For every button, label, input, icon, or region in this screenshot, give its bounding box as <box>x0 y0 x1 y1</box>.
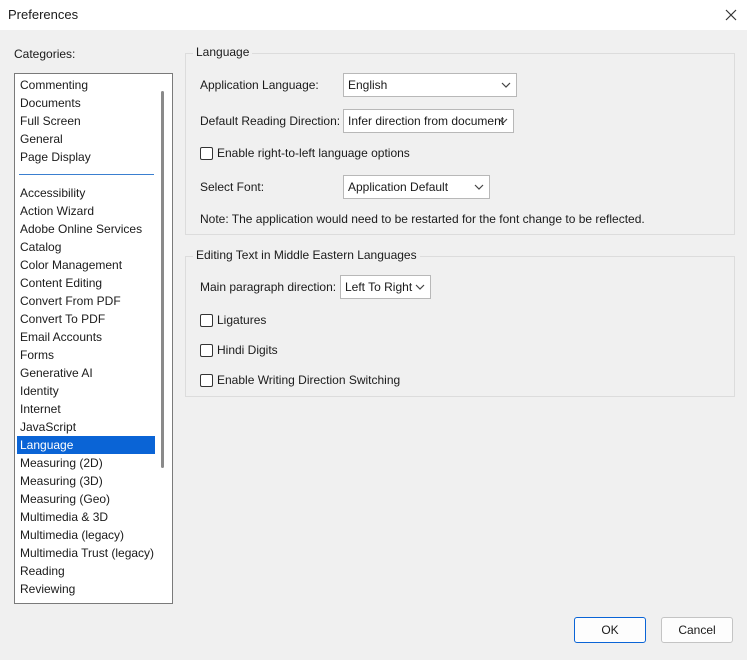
window-title: Preferences <box>8 7 79 22</box>
hindi-digits-checkbox-label: Hindi Digits <box>217 343 278 357</box>
select-font-label: Select Font: <box>200 180 265 194</box>
category-item-catalog[interactable]: Catalog <box>17 238 155 256</box>
category-item-multimedia-legacy[interactable]: Multimedia (legacy) <box>17 526 155 544</box>
category-item-measuring-3d[interactable]: Measuring (3D) <box>17 472 155 490</box>
ligatures-checkbox-label: Ligatures <box>217 313 267 327</box>
category-item-action-wizard[interactable]: Action Wizard <box>17 202 155 220</box>
writing-direction-checkbox-label: Enable Writing Direction Switching <box>217 373 401 387</box>
reading-direction-label: Default Reading Direction: <box>200 114 341 128</box>
category-item-content-editing[interactable]: Content Editing <box>17 274 155 292</box>
category-item-commenting[interactable]: Commenting <box>17 76 155 94</box>
middle-eastern-group-title: Editing Text in Middle Eastern Languages <box>193 248 420 262</box>
select-font-value: Application Default <box>348 180 449 194</box>
category-item-multimedia-3d[interactable]: Multimedia & 3D <box>17 508 155 526</box>
checkbox-box[interactable] <box>200 343 213 357</box>
close-icon <box>725 9 737 21</box>
application-language-label: Application Language: <box>200 78 319 92</box>
category-item-adobe-online-services[interactable]: Adobe Online Services <box>17 220 155 238</box>
rtl-language-checkbox-label: Enable right-to-left language options <box>217 146 410 160</box>
category-item-reviewing[interactable]: Reviewing <box>17 580 155 598</box>
ok-button[interactable]: OK <box>574 617 646 643</box>
paragraph-direction-dropdown[interactable]: Left To Right <box>340 275 431 299</box>
category-item-internet[interactable]: Internet <box>17 400 155 418</box>
chevron-down-icon <box>498 118 508 124</box>
category-item-page-display[interactable]: Page Display <box>17 148 155 166</box>
category-item-multimedia-trust-legacy[interactable]: Multimedia Trust (legacy) <box>17 544 155 562</box>
language-group-title: Language <box>193 45 253 59</box>
reading-direction-value: Infer direction from document <box>348 114 505 128</box>
checkbox-box[interactable] <box>200 146 213 160</box>
category-item-color-management[interactable]: Color Management <box>17 256 155 274</box>
category-item-email-accounts[interactable]: Email Accounts <box>17 328 155 346</box>
application-language-value: English <box>348 78 388 92</box>
paragraph-direction-value: Left To Right <box>345 280 413 294</box>
category-item-forms[interactable]: Forms <box>17 346 155 364</box>
select-font-dropdown[interactable]: Application Default <box>343 175 490 199</box>
hindi-digits-checkbox[interactable]: Hindi Digits <box>200 343 278 357</box>
chevron-down-icon <box>501 82 511 88</box>
reading-direction-dropdown[interactable]: Infer direction from document <box>343 109 514 133</box>
category-item-javascript[interactable]: JavaScript <box>17 418 155 436</box>
checkbox-box[interactable] <box>200 373 213 387</box>
category-item-convert-from-pdf[interactable]: Convert From PDF <box>17 292 155 310</box>
category-item-reading[interactable]: Reading <box>17 562 155 580</box>
category-item-accessibility[interactable]: Accessibility <box>17 184 155 202</box>
close-button[interactable] <box>715 0 747 30</box>
chevron-down-icon <box>474 184 484 190</box>
categories-list[interactable]: Commenting Documents Full Screen General… <box>14 73 173 604</box>
category-item-convert-to-pdf[interactable]: Convert To PDF <box>17 310 155 328</box>
application-language-dropdown[interactable]: English <box>343 73 517 97</box>
categories-scrollbar[interactable] <box>161 91 164 468</box>
category-item-measuring-geo[interactable]: Measuring (Geo) <box>17 490 155 508</box>
cancel-button[interactable]: Cancel <box>661 617 733 643</box>
category-item-generative-ai[interactable]: Generative AI <box>17 364 155 382</box>
writing-direction-checkbox[interactable]: Enable Writing Direction Switching <box>200 373 400 387</box>
category-item-documents[interactable]: Documents <box>17 94 155 112</box>
category-item-language[interactable]: Language <box>17 436 155 454</box>
title-bar: Preferences <box>0 0 747 30</box>
rtl-language-checkbox[interactable]: Enable right-to-left language options <box>200 146 410 160</box>
chevron-down-icon <box>415 284 425 290</box>
paragraph-direction-label: Main paragraph direction: <box>200 280 337 294</box>
middle-eastern-group: Editing Text in Middle Eastern Languages… <box>185 248 735 397</box>
category-item-measuring-2d[interactable]: Measuring (2D) <box>17 454 155 472</box>
category-item-general[interactable]: General <box>17 130 155 148</box>
category-item-full-screen[interactable]: Full Screen <box>17 112 155 130</box>
font-restart-note: Note: The application would need to be r… <box>200 212 645 226</box>
language-group: Language Application Language: English D… <box>185 45 735 235</box>
category-separator <box>19 174 154 175</box>
ligatures-checkbox[interactable]: Ligatures <box>200 313 266 327</box>
checkbox-box[interactable] <box>200 313 213 327</box>
category-item-identity[interactable]: Identity <box>17 382 155 400</box>
categories-label: Categories: <box>14 47 76 61</box>
